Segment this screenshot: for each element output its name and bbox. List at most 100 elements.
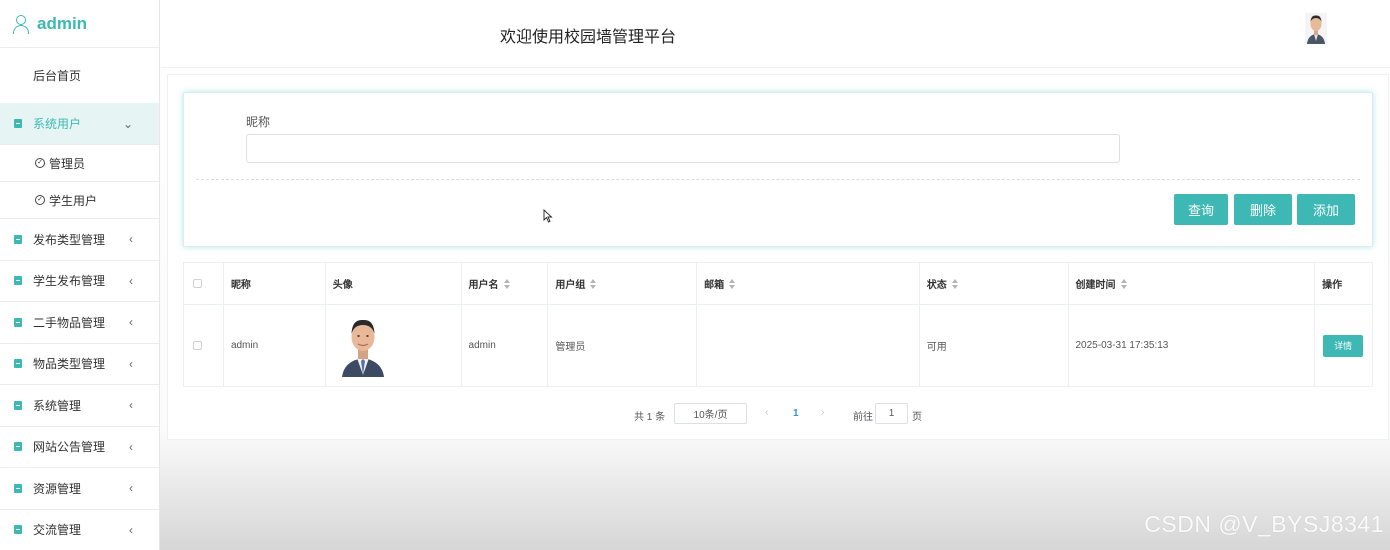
user-icon xyxy=(12,14,30,34)
sidebar: admin 后台首页 系统用户 ⌄ ✓ 管理员 ✓ 学生用户 发布类型管理 ‹ … xyxy=(0,0,160,550)
document-icon xyxy=(14,234,22,244)
chevron-left-icon: ‹ xyxy=(129,232,133,247)
chevron-left-icon: ‹ xyxy=(129,398,133,413)
sidebar-subitem-label: 学生用户 xyxy=(49,193,98,208)
sidebar-item-second-hand[interactable]: 二手物品管理 ‹ xyxy=(0,302,159,344)
chevron-left-icon: ‹ xyxy=(129,439,133,454)
sidebar-item-label: 二手物品管理 xyxy=(33,315,106,330)
column-header-label: 用户名 xyxy=(468,280,499,291)
chevron-left-icon: ‹ xyxy=(129,481,133,496)
cell-actions: 详情 xyxy=(1315,305,1372,386)
column-header-created[interactable]: 创建时间 xyxy=(1069,263,1316,304)
sidebar-item-label: 物品类型管理 xyxy=(33,357,106,372)
avatar[interactable] xyxy=(1305,13,1327,44)
sort-icon[interactable] xyxy=(951,278,958,289)
cell-status: 可用 xyxy=(920,305,1069,386)
row-checkbox[interactable] xyxy=(193,341,202,350)
delete-button[interactable]: 删除 xyxy=(1234,194,1292,225)
document-icon xyxy=(14,400,22,410)
column-header-group[interactable]: 用户组 xyxy=(548,263,698,304)
divider xyxy=(196,179,1360,180)
chevron-left-icon: ‹ xyxy=(129,356,133,371)
brand-title: admin xyxy=(37,13,88,33)
select-all-checkbox[interactable] xyxy=(193,279,202,288)
nickname-label: 昵称 xyxy=(246,115,271,129)
chevron-left-icon: ‹ xyxy=(129,315,133,330)
chevron-left-icon: ‹ xyxy=(129,273,133,288)
sidebar-item-label: 系统用户 xyxy=(33,117,82,131)
column-header-label: 状态 xyxy=(926,280,947,291)
sort-icon[interactable] xyxy=(503,278,510,289)
column-header-status[interactable]: 状态 xyxy=(920,263,1069,304)
sidebar-item-item-types[interactable]: 物品类型管理 ‹ xyxy=(0,344,159,385)
row-select-cell xyxy=(184,305,224,386)
sidebar-item-label: 系统管理 xyxy=(33,398,82,413)
sort-icon[interactable] xyxy=(590,278,597,289)
document-icon xyxy=(14,119,22,128)
sidebar-item-label: 资源管理 xyxy=(33,481,82,496)
document-icon xyxy=(14,442,22,452)
goto-page-input[interactable]: 1 xyxy=(875,403,908,424)
goto-label: 前往 xyxy=(853,412,873,423)
page-number[interactable]: 1 xyxy=(793,408,799,419)
select-all-cell xyxy=(184,263,224,304)
sidebar-item-system-users[interactable]: 系统用户 ⌄ xyxy=(0,103,159,145)
prev-page-icon[interactable]: ‹ xyxy=(765,407,768,418)
sidebar-item-label: 交流管理 xyxy=(33,523,82,538)
nickname-input[interactable] xyxy=(246,134,1120,163)
cell-email xyxy=(697,305,920,386)
column-header-label: 邮箱 xyxy=(704,280,725,291)
page-size-select[interactable]: 10条/页 xyxy=(674,403,747,424)
sidebar-item-announcements[interactable]: 网站公告管理 ‹ xyxy=(0,427,159,468)
column-header-actions: 操作 xyxy=(1322,280,1343,291)
sidebar-item-publish-types[interactable]: 发布类型管理 ‹ xyxy=(0,219,159,261)
detail-button[interactable]: 详情 xyxy=(1323,334,1364,357)
page-unit-label: 页 xyxy=(912,412,922,423)
sidebar-item-student-posts[interactable]: 学生发布管理 ‹ xyxy=(0,261,159,302)
query-button[interactable]: 查询 xyxy=(1174,194,1228,225)
document-icon xyxy=(14,525,22,535)
sidebar-item-label: 学生发布管理 xyxy=(33,274,106,289)
column-header-username[interactable]: 用户名 xyxy=(462,263,549,304)
document-icon xyxy=(14,276,22,286)
sidebar-subitem-students[interactable]: ✓ 学生用户 xyxy=(0,182,159,219)
watermark: CSDN @V_BYSJ8341 xyxy=(1144,511,1384,537)
sidebar-subitem-label: 管理员 xyxy=(49,156,86,171)
sidebar-item-label: 发布类型管理 xyxy=(33,232,106,247)
cell-username: admin xyxy=(462,305,549,386)
user-avatar-image xyxy=(339,314,386,377)
chevron-left-icon: ‹ xyxy=(129,522,133,537)
page-title: 欢迎使用校园墙管理平台 xyxy=(500,29,677,46)
sidebar-subitem-admins[interactable]: ✓ 管理员 xyxy=(0,145,159,182)
column-header-label: 用户组 xyxy=(555,280,586,291)
check-circle-icon: ✓ xyxy=(35,195,45,205)
search-form: 昵称 查询 删除 添加 xyxy=(183,92,1373,247)
chevron-down-icon: ⌄ xyxy=(122,116,133,131)
cell-nickname: admin xyxy=(224,305,326,386)
sort-icon[interactable] xyxy=(1120,278,1127,289)
table-header: 昵称 头像 用户名 用户组 邮箱 状态 创建时间 操作 xyxy=(184,263,1372,305)
sidebar-item-exchange[interactable]: 交流管理 ‹ xyxy=(0,510,159,550)
column-header-label: 创建时间 xyxy=(1075,280,1116,291)
column-header-avatar: 头像 xyxy=(326,263,462,304)
cell-group: 管理员 xyxy=(548,305,698,386)
main-panel: 昵称 查询 删除 添加 昵称 头像 用户名 用户组 邮箱 状态 创建时间 操作 … xyxy=(167,74,1389,440)
brand: admin xyxy=(0,0,159,48)
pagination: 共 1 条 10条/页 ‹ 1 › 前往 1 页 xyxy=(168,403,1388,425)
column-header-nickname: 昵称 xyxy=(224,263,326,304)
next-page-icon[interactable]: › xyxy=(821,407,824,418)
cell-created: 2025-03-31 17:35:13 xyxy=(1069,305,1316,386)
add-button[interactable]: 添加 xyxy=(1297,194,1355,225)
sidebar-item-resources[interactable]: 资源管理 ‹ xyxy=(0,468,159,510)
cell-avatar xyxy=(326,305,462,386)
header: 欢迎使用校园墙管理平台 xyxy=(161,0,1390,68)
sort-icon[interactable] xyxy=(729,278,736,289)
mouse-cursor-icon xyxy=(543,209,553,223)
sidebar-item-home[interactable]: 后台首页 xyxy=(0,48,159,103)
sidebar-item-label: 网站公告管理 xyxy=(33,440,106,455)
pagination-total: 共 1 条 xyxy=(634,412,666,423)
document-icon xyxy=(14,359,22,369)
sidebar-item-system[interactable]: 系统管理 ‹ xyxy=(0,385,159,427)
check-circle-icon: ✓ xyxy=(35,158,45,168)
column-header-email[interactable]: 邮箱 xyxy=(697,263,920,304)
